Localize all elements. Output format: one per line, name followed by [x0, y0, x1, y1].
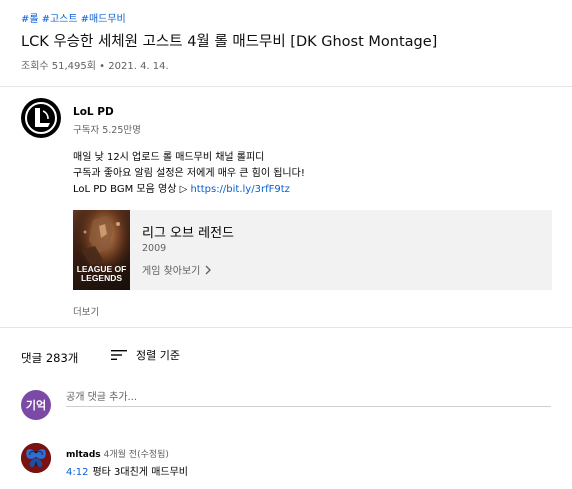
- sort-icon: [111, 350, 127, 360]
- video-meta: 조회수 51,495회 • 2021. 4. 14.: [21, 57, 169, 72]
- description-line: 매일 낮 12시 업로드 롤 매드무비 채널 롤피디: [73, 152, 265, 163]
- upload-date: 2021. 4. 14.: [108, 61, 169, 72]
- game-logo-line2: LEGENDS: [81, 273, 122, 283]
- sort-button[interactable]: 정렬 기준: [110, 347, 180, 363]
- show-more-button[interactable]: 더보기: [73, 304, 99, 318]
- chevron-right-icon: [205, 265, 212, 274]
- commenter-avatar[interactable]: [21, 443, 51, 473]
- comment-header: mltads 4개월 전(수정됨): [66, 447, 169, 460]
- hashtag-link[interactable]: #매드무비: [81, 14, 126, 25]
- description-line: 구독과 좋아요 알림 설정은 저에게 매우 큰 힘이 됩니다!: [73, 168, 305, 179]
- video-description: 매일 낮 12시 업로드 롤 매드무비 채널 롤피디 구독과 좋아요 알림 설정…: [73, 150, 305, 198]
- comment-timestamp-link[interactable]: 4:12: [66, 467, 88, 478]
- game-thumbnail: LEAGUE OF LEGENDS: [73, 210, 130, 290]
- comment-body: 평타 3대친게 매드무비: [92, 467, 188, 478]
- add-comment-input[interactable]: [66, 388, 551, 407]
- channel-name[interactable]: LoL PD: [73, 106, 114, 118]
- hashtags: #롤 #고스트 #매드무비: [21, 10, 129, 25]
- subscriber-count: 구독자 5.25만명: [73, 125, 141, 136]
- user-avatar[interactable]: 기억: [21, 390, 51, 420]
- hashtag-link[interactable]: #롤: [21, 14, 39, 25]
- game-year: 2009: [142, 243, 167, 254]
- bgm-link[interactable]: https://bit.ly/3rfF9tz: [190, 184, 289, 195]
- description-text: LoL PD BGM 모음 영상 ▷: [73, 184, 191, 195]
- lol-logo-icon: [25, 102, 57, 134]
- game-title: 리그 오브 레전드: [142, 226, 234, 241]
- comment-time[interactable]: 4개월 전(수정됨): [104, 450, 169, 460]
- comment-author[interactable]: mltads: [66, 450, 101, 460]
- comment-count: 댓글 283개: [21, 351, 79, 365]
- butterfly-icon: [21, 443, 51, 473]
- channel-avatar[interactable]: [21, 98, 61, 138]
- hashtag-link[interactable]: #고스트: [42, 14, 78, 25]
- game-art-image: LEAGUE OF LEGENDS: [73, 210, 130, 290]
- divider: [0, 327, 572, 328]
- comment-text: 4:12 평타 3대친게 매드무비: [66, 463, 188, 478]
- view-count: 조회수 51,495회: [21, 61, 96, 72]
- game-card[interactable]: LEAGUE OF LEGENDS 리그 오브 레전드 2009 게임 찾아보기: [73, 210, 552, 290]
- divider: [0, 86, 572, 87]
- video-title: LCK 우승한 세체원 고스트 4월 롤 매드무비 [DK Ghost Mont…: [21, 34, 438, 50]
- browse-game-link[interactable]: 게임 찾아보기: [142, 262, 212, 277]
- browse-game-label: 게임 찾아보기: [142, 266, 201, 277]
- description-line: LoL PD BGM 모음 영상 ▷ https://bit.ly/3rfF9t…: [73, 182, 305, 198]
- sort-label: 정렬 기준: [136, 349, 180, 362]
- meta-separator: •: [99, 61, 106, 72]
